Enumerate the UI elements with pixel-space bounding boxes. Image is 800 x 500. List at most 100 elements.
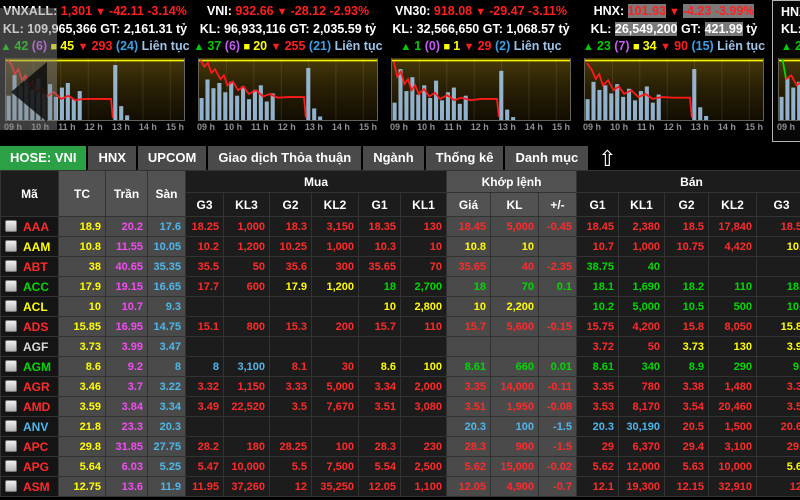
floor-count: (2)	[495, 39, 514, 53]
row-checkbox[interactable]	[5, 220, 17, 232]
cell-ban-g3: 3.5	[757, 397, 800, 417]
index-panel-vni-1[interactable]: VNI: 932.66 ▼ -28.12 -2.93%KL: 96,933,11…	[193, 0, 383, 142]
col-header-mua-kl2[interactable]: KL2	[312, 193, 359, 217]
tab-danh-muc[interactable]: Danh mục	[505, 146, 588, 170]
index-change: -4.23 -3.99%	[683, 4, 755, 18]
cell-mua-kl3: 22,520	[224, 397, 270, 417]
row-checkbox[interactable]	[5, 280, 17, 292]
ref-price-cell: 3.73	[59, 337, 106, 357]
index-value: 1,301	[61, 4, 92, 18]
floor-count: (24)	[116, 39, 142, 53]
table-row-abt[interactable]: ABT3840.6535.3535.55035.630035.657035.65…	[1, 257, 800, 277]
table-row-aaa[interactable]: AAA18.920.217.618.251,00018.33,15018.351…	[1, 217, 800, 237]
col-header-mua-kl1[interactable]: KL1	[401, 193, 447, 217]
col-header-san[interactable]: Sàn	[148, 171, 186, 217]
table-row-apc[interactable]: APC29.831.8527.7528.218028.2510028.32302…	[1, 437, 800, 457]
cell-ban-g1: 3.72	[577, 337, 619, 357]
row-checkbox[interactable]	[5, 440, 17, 452]
col-header-mua-g1[interactable]: G1	[359, 193, 401, 217]
cell-ban-g2: 3.54	[665, 397, 709, 417]
ref-price-cell: 38	[59, 257, 106, 277]
cell-mua-g3: 5.47	[186, 457, 224, 477]
col-header-ban-g1[interactable]: G1	[577, 193, 619, 217]
col-header-khop-kl[interactable]: KL	[491, 193, 539, 217]
price-table-wrap: Mã TC Trần Sàn Mua Khớp lệnh Bán G3 KL3 …	[0, 170, 800, 497]
col-header-ban-kl2[interactable]: KL2	[709, 193, 757, 217]
col-header-mua-g3[interactable]: G3	[186, 193, 224, 217]
tab-upcom[interactable]: UPCOM	[138, 146, 206, 170]
cell-ban-kl2: 10,000	[709, 457, 757, 477]
row-checkbox[interactable]	[5, 380, 17, 392]
col-header-ban-g3[interactable]: G3	[757, 193, 800, 217]
col-header-khop-gia[interactable]: Giá	[447, 193, 491, 217]
session-status: Liên tục	[514, 39, 562, 53]
cell-mua-g3: 35.5	[186, 257, 224, 277]
tab-hose-vni[interactable]: HOSE: VNI	[0, 146, 86, 170]
advancers-count: 2	[795, 39, 800, 53]
index-panels: VNXALL: 1,301 ▼ -42.11 -3.14%KL: 109,965…	[0, 0, 800, 142]
table-row-acc[interactable]: ACC17.919.1516.6517.760017.91,200182,700…	[1, 277, 800, 297]
gt-label: GT:	[479, 22, 506, 36]
carousel-prev-button[interactable]	[0, 8, 57, 130]
tab-hnx[interactable]: HNX	[88, 146, 135, 170]
index-panel-hnx-4[interactable]: HNX KL: ▲ 2 09 h10 h11 h12 h13 h14 h15 h	[772, 0, 800, 142]
row-checkbox[interactable]	[5, 300, 17, 312]
unchanged-count: 20	[253, 39, 270, 53]
row-checkbox[interactable]	[5, 460, 17, 472]
floor-price-cell: 10.05	[148, 237, 186, 257]
row-checkbox[interactable]	[5, 340, 17, 352]
table-row-asm[interactable]: ASM12.7513.611.911.9537,2601235,25012.05…	[1, 477, 800, 497]
time-label: 13 h	[498, 122, 516, 132]
cell-mua-kl2: 1,000	[312, 237, 359, 257]
table-row-apg[interactable]: APG5.646.035.255.4710,0005.57,5005.542,5…	[1, 457, 800, 477]
row-checkbox[interactable]	[5, 240, 17, 252]
cell-ban-g3: 3.3	[757, 377, 800, 397]
col-header-mua-kl3[interactable]: KL3	[224, 193, 270, 217]
floor-count: (15)	[691, 39, 717, 53]
gt-label: GT:	[286, 22, 313, 36]
cell-ban-kl2: 17,840	[709, 217, 757, 237]
ref-price-cell: 29.8	[59, 437, 106, 457]
time-label: 11 h	[58, 122, 76, 132]
row-checkbox[interactable]	[5, 480, 17, 492]
cell-mua-g1: 18	[359, 277, 401, 297]
cell-mua-kl1: 2,500	[401, 457, 447, 477]
table-row-acl[interactable]: ACL1010.79.3102,800102,20010.25,00010.55…	[1, 297, 800, 317]
cell-mua-g2: 18.3	[270, 217, 312, 237]
col-header-ban-g2[interactable]: G2	[665, 193, 709, 217]
index-panel-vn30-2[interactable]: VN30: 918.08 ▼ -29.47 -3.11%KL: 32,566,6…	[386, 0, 576, 142]
cell-ban-kl2: 290	[709, 357, 757, 377]
row-checkbox[interactable]	[5, 360, 17, 372]
row-checkbox[interactable]	[5, 320, 17, 332]
row-checkbox[interactable]	[5, 260, 17, 272]
cell-khop-change	[539, 337, 577, 357]
table-row-agm[interactable]: AGM8.69.2883,1008.1308.61008.616600.018.…	[1, 357, 800, 377]
col-header-tc[interactable]: TC	[59, 171, 106, 217]
index-intraday-chart	[391, 58, 571, 121]
tab-nganh[interactable]: Ngành	[363, 146, 423, 170]
ceiling-price-cell: 6.03	[106, 457, 148, 477]
table-row-agf[interactable]: AGF3.733.993.473.72503.731303.9	[1, 337, 800, 357]
table-row-ads[interactable]: ADS15.8516.9514.7515.180015.320015.71101…	[1, 317, 800, 337]
col-header-khop-change[interactable]: +/-	[539, 193, 577, 217]
index-volume-line: KL: 26,549,200 GT: 421.99 tỷ	[579, 21, 769, 38]
tab-thong-ke[interactable]: Thống kê	[426, 146, 504, 170]
kl-label: KL:	[591, 22, 615, 36]
table-row-aam[interactable]: AAM10.811.5510.0510.21,20010.251,00010.3…	[1, 237, 800, 257]
scroll-up-icon[interactable]: ⇧	[598, 148, 616, 170]
col-header-mua-g2[interactable]: G2	[270, 193, 312, 217]
index-panel-hnx-3[interactable]: HNX: 101.93 ▼ -4.23 -3.99%KL: 26,549,200…	[579, 0, 769, 142]
col-header-tran[interactable]: Trần	[106, 171, 148, 217]
row-checkbox[interactable]	[5, 400, 17, 412]
col-header-ma[interactable]: Mã	[1, 171, 59, 217]
price-table: Mã TC Trần Sàn Mua Khớp lệnh Bán G3 KL3 …	[0, 170, 800, 497]
cell-ban-kl2: 110	[709, 277, 757, 297]
cell-ban-g2: 10.75	[665, 237, 709, 257]
table-row-agr[interactable]: AGR3.463.73.223.321,1503.335,0003.342,00…	[1, 377, 800, 397]
cell-mua-g2: 28.25	[270, 437, 312, 457]
row-checkbox[interactable]	[5, 420, 17, 432]
table-row-anv[interactable]: ANV21.823.320.320.3100-1.520.330,19020.5…	[1, 417, 800, 437]
tab-giao-dich-thoa-thuan[interactable]: Giao dịch Thỏa thuận	[208, 146, 361, 170]
table-row-amd[interactable]: AMD3.593.843.343.4922,5203.57,6703.513,0…	[1, 397, 800, 417]
col-header-ban-kl1[interactable]: KL1	[619, 193, 665, 217]
